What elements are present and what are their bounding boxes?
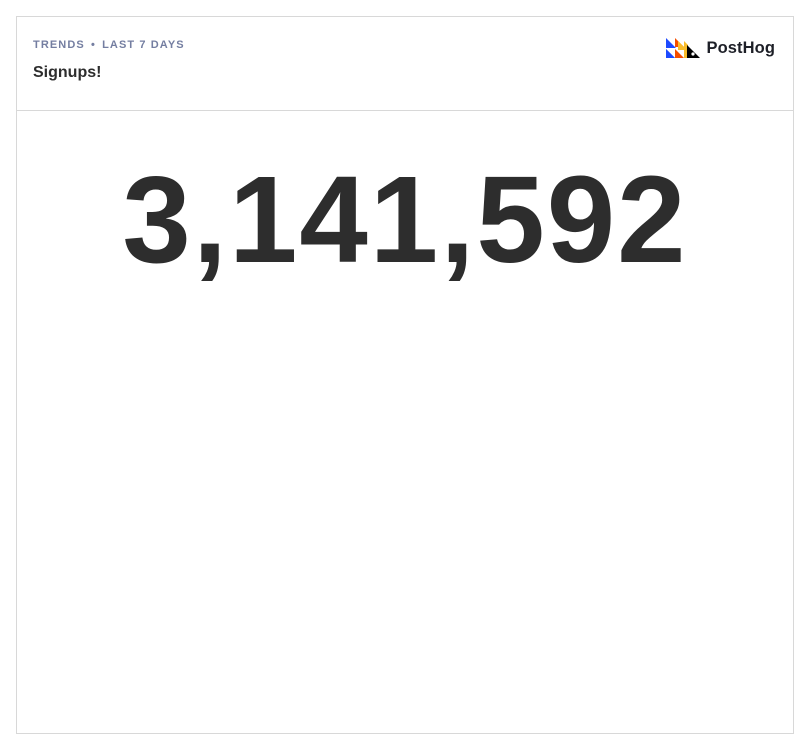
insight-date-range: LAST 7 DAYS	[102, 39, 185, 51]
eyebrow-separator: •	[90, 39, 96, 51]
card-header: TRENDS • LAST 7 DAYS Signups! PostHog	[17, 17, 793, 111]
brand-name: PostHog	[706, 38, 775, 57]
brand-logo[interactable]: PostHog	[666, 38, 775, 58]
posthog-hedgehog-logo-icon	[666, 38, 701, 58]
insight-title: Signups!	[33, 64, 102, 81]
insight-kind: TRENDS	[33, 39, 85, 51]
metric-value: 3,141,592	[122, 152, 688, 289]
insight-card: TRENDS • LAST 7 DAYS Signups! PostHog 3,…	[16, 16, 794, 734]
insight-type-label: TRENDS • LAST 7 DAYS	[33, 39, 185, 51]
